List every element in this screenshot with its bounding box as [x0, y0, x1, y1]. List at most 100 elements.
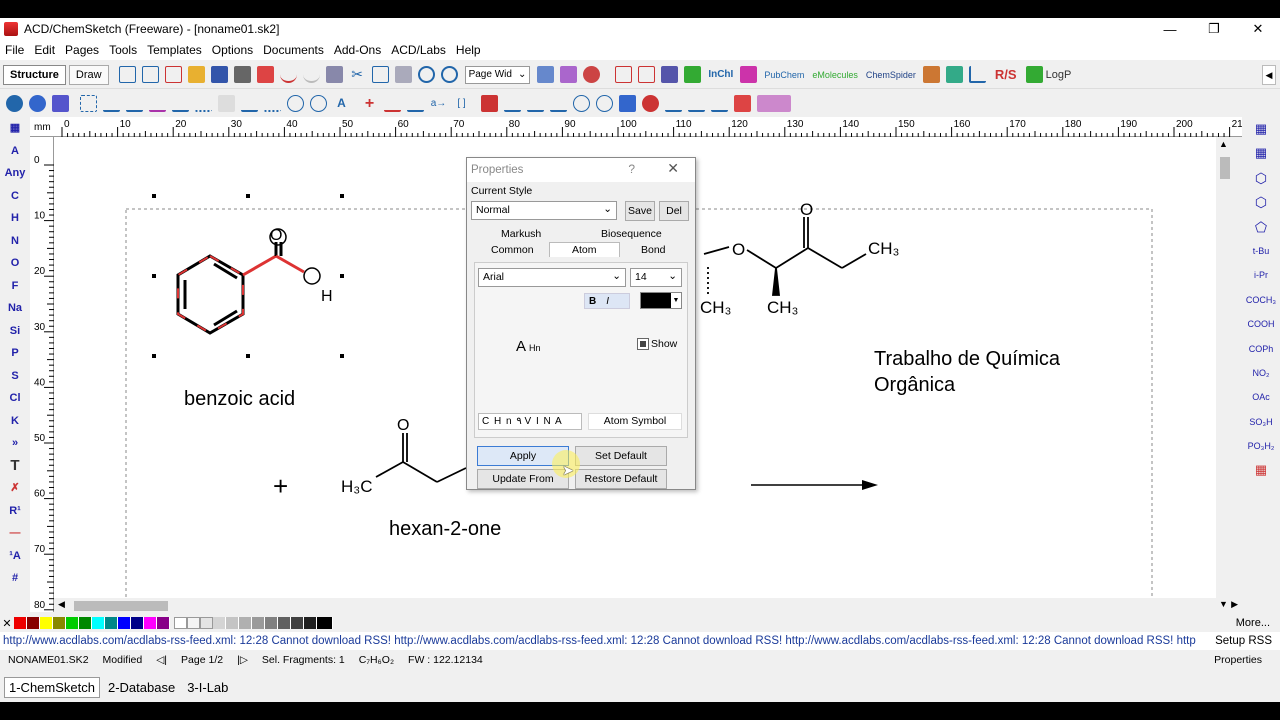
font-select[interactable]: Arial ⌄	[478, 268, 626, 287]
color-teal[interactable]	[105, 617, 118, 629]
zoom-in-icon[interactable]	[417, 66, 435, 83]
fragment-icon[interactable]	[711, 95, 728, 112]
close-button[interactable]: ✕	[1236, 18, 1280, 40]
zoom-select[interactable]: Page Wid ⌄	[464, 65, 531, 84]
left-tool-c[interactable]: C	[0, 185, 30, 208]
plus-icon[interactable]: +	[361, 95, 378, 112]
atom-symbol-label[interactable]: Atom Symbol	[588, 413, 682, 430]
template-grid-icon[interactable]: ▦	[1242, 117, 1280, 141]
color-gray-3[interactable]	[213, 617, 226, 629]
ester-structure[interactable]	[703, 217, 867, 296]
color-black[interactable]	[317, 617, 333, 629]
style-select[interactable]: Normal ⌄	[471, 201, 617, 220]
calc-icon[interactable]	[734, 94, 751, 112]
color-yellow[interactable]	[40, 617, 53, 629]
scroll-up-icon[interactable]: ▲	[1219, 139, 1228, 149]
template-so3h[interactable]: SO₃H	[1242, 410, 1280, 434]
group-icon[interactable]	[619, 94, 636, 112]
tab-common[interactable]: Common	[491, 244, 534, 256]
structure-check-icon[interactable]	[684, 66, 702, 83]
tab-bond[interactable]: Bond	[641, 244, 666, 256]
color-gray-2[interactable]	[200, 617, 213, 629]
left-tool-isotope-icon[interactable]: ¹A	[0, 545, 30, 568]
left-tool-any[interactable]: Any	[0, 162, 30, 185]
color-gray-6[interactable]	[252, 617, 265, 629]
tab-chemsketch[interactable]: 1-ChemSketch	[4, 676, 100, 698]
bracket-icon[interactable]: [ ]	[453, 95, 470, 112]
scroll-left-icon[interactable]: ◀	[58, 599, 65, 610]
tab-biosequence[interactable]: Biosequence	[601, 228, 662, 240]
paste-icon[interactable]	[394, 66, 412, 83]
image-icon[interactable]	[560, 66, 578, 83]
left-tool-r[interactable]: R¹	[0, 500, 30, 523]
atom-o-ketone-ester[interactable]: O	[800, 200, 813, 220]
rs-button[interactable]: R/S	[995, 67, 1017, 82]
template-more-icon[interactable]: ▦	[1242, 458, 1280, 482]
color-gray-1[interactable]	[187, 617, 200, 629]
delete-page-icon[interactable]	[164, 66, 182, 83]
3d-viewer-icon[interactable]	[661, 66, 679, 83]
color-gray-10[interactable]	[304, 617, 317, 629]
dialog-close-button[interactable]: ✕	[667, 160, 679, 177]
template-tbu[interactable]: t-Bu	[1242, 239, 1280, 263]
restore-button[interactable]: ❐	[1192, 18, 1236, 40]
style-del-button[interactable]: Del	[659, 201, 689, 221]
bond-icon[interactable]	[103, 95, 120, 112]
cyclohexane-template-icon[interactable]: ⬡	[1242, 190, 1280, 214]
atom-ch3-middle[interactable]: CH₃	[767, 298, 798, 318]
center-icon[interactable]	[596, 94, 613, 112]
left-tool-more-icon[interactable]: »	[0, 432, 30, 455]
tab-markush[interactable]: Markush	[501, 228, 541, 240]
page-next-icon[interactable]: |▷	[237, 654, 248, 666]
atom-props-icon[interactable]	[218, 94, 235, 112]
logp-button[interactable]: LogP	[1046, 69, 1072, 81]
tab-atom[interactable]: Atom	[549, 242, 620, 257]
left-tool-x-icon[interactable]: ✗	[0, 477, 30, 500]
print-icon[interactable]	[233, 66, 251, 83]
color-gray-5[interactable]	[239, 617, 252, 629]
color-gray-9[interactable]	[291, 617, 304, 629]
left-tool-h[interactable]: H	[0, 207, 30, 230]
atom-h-hydroxyl[interactable]: H	[321, 288, 333, 306]
template-coch3[interactable]: COCH₃	[1242, 288, 1280, 312]
vertical-scrollbar[interactable]: ▲ ▼	[1216, 137, 1242, 612]
clean-icon[interactable]	[325, 66, 343, 83]
peptide-icon[interactable]	[757, 94, 791, 112]
color-gray-7[interactable]	[265, 617, 278, 629]
scroll-down-icon[interactable]: ▼	[1219, 599, 1228, 609]
refresh-icon[interactable]	[642, 94, 659, 112]
label-hexan-2-one[interactable]: hexan-2-one	[389, 518, 501, 541]
select-icon[interactable]	[6, 94, 23, 112]
reaction-icon[interactable]	[407, 95, 424, 112]
benzoic-acid-structure[interactable]	[176, 228, 321, 335]
no-color-icon[interactable]: ✕	[0, 617, 14, 630]
bold-toggle[interactable]: B	[589, 296, 596, 307]
hydrogen-icon[interactable]	[665, 95, 682, 112]
chemspider-icon[interactable]: ChemSpider	[866, 70, 916, 80]
tautomer-icon[interactable]	[945, 66, 963, 83]
color-cyan[interactable]	[92, 617, 105, 629]
horizontal-scrollbar[interactable]: ◀ ▶	[54, 598, 1238, 613]
hexanone-structure[interactable]	[375, 433, 467, 483]
atom-map-icon[interactable]: a→	[430, 95, 447, 112]
open-icon[interactable]	[187, 66, 205, 83]
menu-pages[interactable]: Pages	[60, 43, 104, 57]
setup-rss-button[interactable]: Setup RSS	[1209, 632, 1272, 650]
title-line-2[interactable]: Orgânica	[874, 372, 955, 398]
draw-mode-button[interactable]: Draw	[68, 64, 109, 85]
restore-default-button[interactable]: Restore Default	[575, 469, 667, 489]
ring-size-icon[interactable]	[310, 94, 327, 112]
color-purple[interactable]	[157, 617, 170, 629]
template-ipr[interactable]: i-Pr	[1242, 263, 1280, 287]
geometry-icon[interactable]	[968, 66, 986, 83]
menu-edit[interactable]: Edit	[29, 43, 60, 57]
atom-h3c[interactable]: H₃C	[341, 477, 372, 497]
left-tool-s[interactable]: S	[0, 365, 30, 388]
left-tool-na[interactable]: Na	[0, 297, 30, 320]
hash-icon[interactable]	[195, 95, 212, 112]
copy-page-icon[interactable]	[141, 66, 159, 83]
page-prev-icon[interactable]: ◁|	[156, 654, 167, 666]
clean-structure-icon[interactable]	[688, 95, 705, 112]
lasso-icon[interactable]	[80, 94, 97, 112]
color-gray-4[interactable]	[226, 617, 239, 629]
